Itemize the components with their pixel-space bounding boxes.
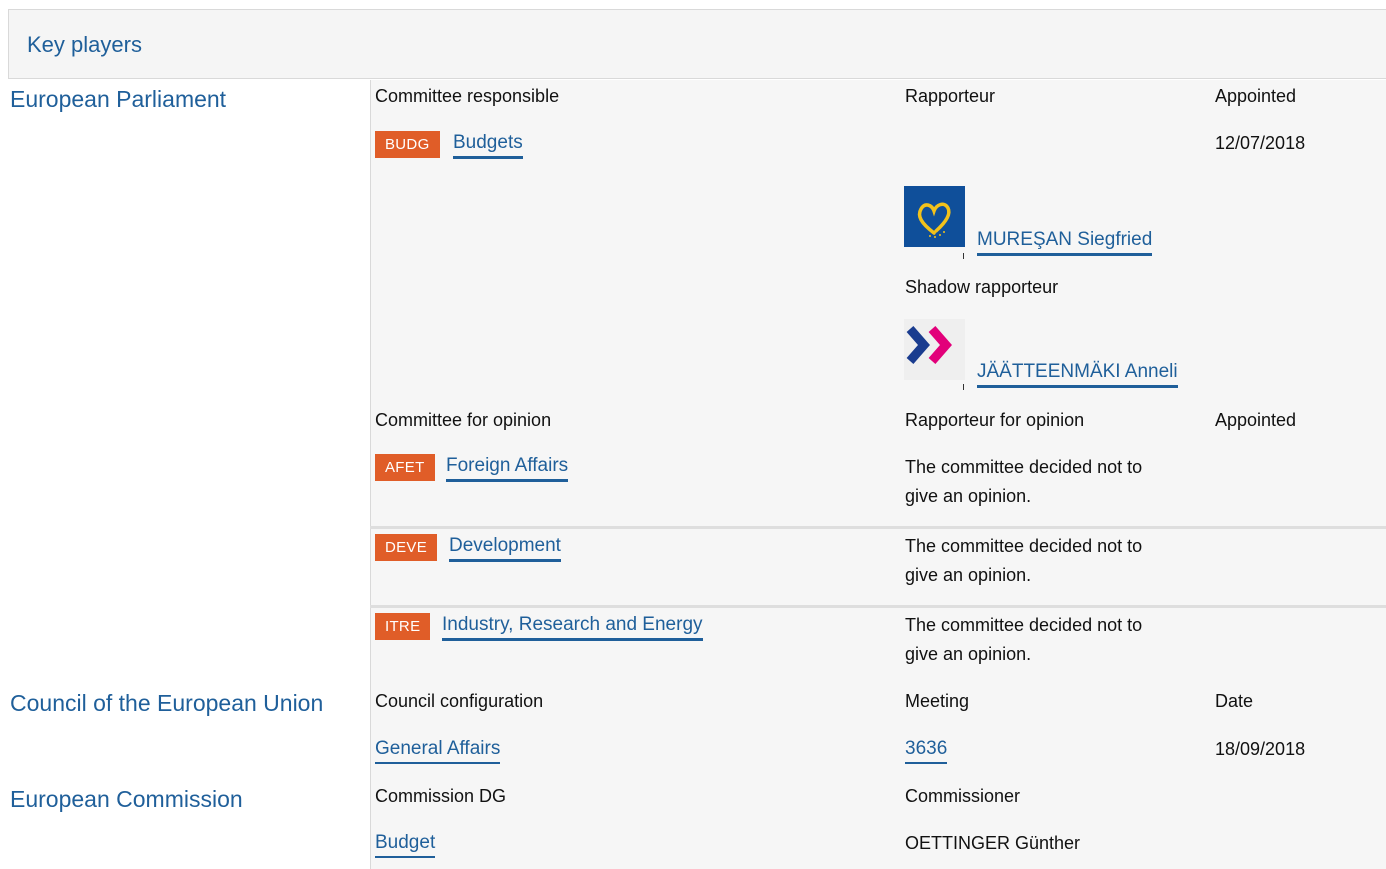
meeting-header: Meeting xyxy=(905,691,970,711)
committee-link-budgets[interactable]: Budgets xyxy=(453,132,523,159)
committee-link-industry-research-energy[interactable]: Industry, Research and Energy xyxy=(442,614,703,641)
opinion-status: The committee decided not to give an opi… xyxy=(905,457,1143,506)
commission-dg-header: Commission DG xyxy=(375,786,507,806)
alde-group-logo-icon xyxy=(904,319,965,380)
committee-code-badge: BUDG xyxy=(375,131,440,158)
council-config-header: Council configuration xyxy=(375,691,544,711)
rapporteur-header: Rapporteur xyxy=(905,86,996,106)
key-players-title: Key players xyxy=(27,32,142,57)
meeting-date: 18/09/2018 xyxy=(1215,739,1306,759)
key-players-header: Key players xyxy=(8,10,1386,79)
rapporteur-link[interactable]: MUREŞAN Siegfried xyxy=(977,229,1153,256)
institution-commission: European Commission xyxy=(10,786,243,812)
date-header: Date xyxy=(1215,691,1254,711)
institution-parliament: European Parliament xyxy=(10,86,227,112)
appointed-date: 12/07/2018 xyxy=(1215,133,1306,153)
commissioner-name: OETTINGER Günther xyxy=(905,833,1081,853)
committee-link-foreign-affairs[interactable]: Foreign Affairs xyxy=(446,455,569,482)
committee-link-development[interactable]: Development xyxy=(449,535,561,562)
meeting-link[interactable]: 3636 xyxy=(905,738,948,764)
opinion-status: The committee decided not to give an opi… xyxy=(905,615,1143,664)
opinion-appointed-header: Appointed xyxy=(1215,410,1297,430)
epp-group-logo-icon xyxy=(904,186,965,247)
institution-council: Council of the European Union xyxy=(10,690,324,716)
shadow-rapporteur-label: Shadow rapporteur xyxy=(905,277,1059,297)
commissioner-header: Commissioner xyxy=(905,786,1021,806)
committee-code-badge: AFET xyxy=(375,454,435,481)
council-config-link[interactable]: General Affairs xyxy=(375,738,501,764)
commission-dg-link[interactable]: Budget xyxy=(375,832,436,858)
appointed-header: Appointed xyxy=(1215,86,1297,106)
committee-opinion-header: Committee for opinion xyxy=(375,410,552,430)
rapporteur-opinion-header: Rapporteur for opinion xyxy=(905,410,1085,430)
committee-code-badge: DEVE xyxy=(375,534,438,561)
opinion-status: The committee decided not to give an opi… xyxy=(905,536,1143,585)
shadow-rapporteur-link[interactable]: JÄÄTTEENMÄKI Anneli xyxy=(977,361,1178,388)
committee-responsible-header: Committee responsible xyxy=(375,86,560,106)
committee-code-badge: ITRE xyxy=(375,613,431,640)
